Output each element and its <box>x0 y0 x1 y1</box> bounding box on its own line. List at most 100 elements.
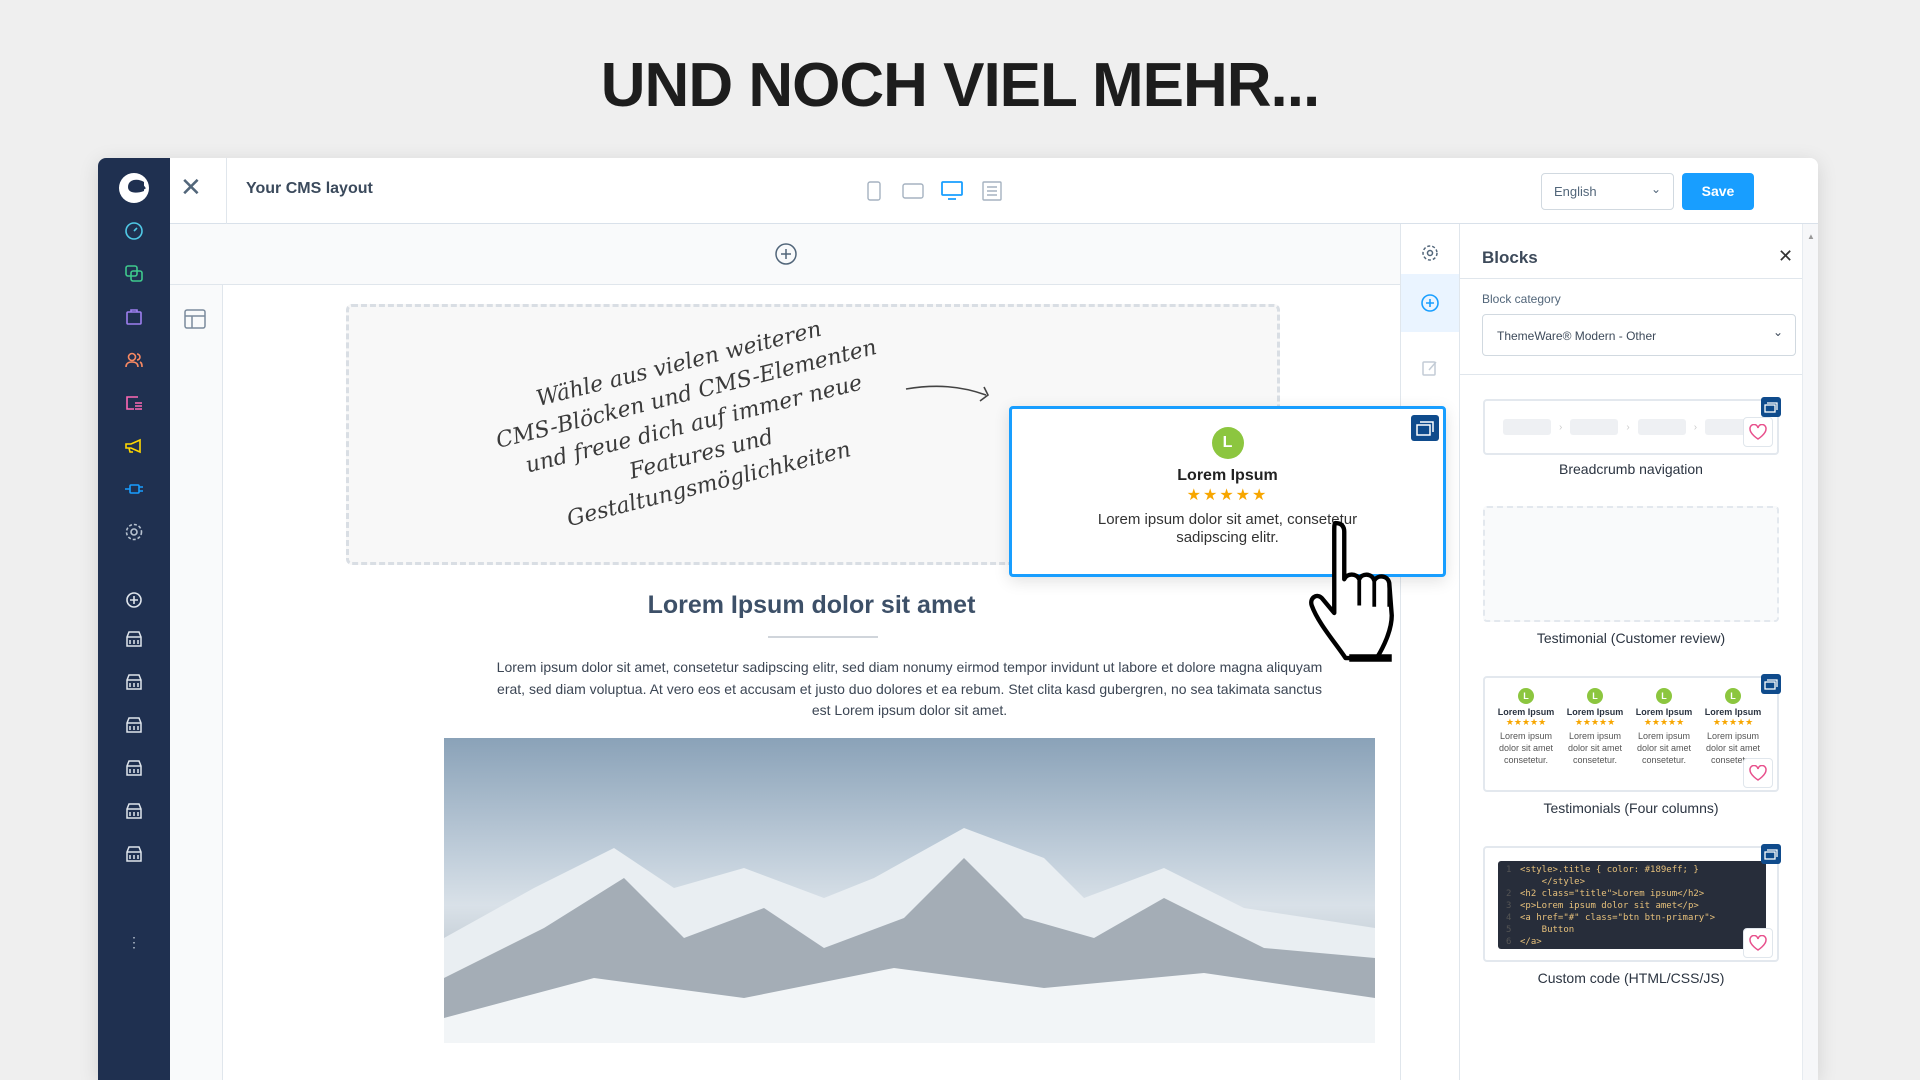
language-select[interactable]: English ⌄ <box>1541 173 1674 210</box>
hand-cursor-icon <box>1309 520 1394 662</box>
review-text: Lorem ipsum dolor sit amet consetetur. <box>1567 731 1623 765</box>
block-card-testimonials-four[interactable]: L Lorem Ipsum ★★★★★ Lorem ipsum dolor sit a… <box>1483 674 1781 792</box>
add-sales-channel-icon[interactable] <box>120 586 148 614</box>
code-line: 1 <style>.title { color: #189eff; } <box>1506 865 1699 875</box>
block-card-custom-code[interactable]: 1 <style>.title { color: #189eff; } </sty… <box>1483 844 1781 962</box>
section-sidebar <box>170 285 223 1080</box>
content-icon[interactable] <box>120 389 148 417</box>
preview-badge-icon <box>1761 674 1781 694</box>
reviewer-name: Lorem Ipsum <box>1704 707 1762 717</box>
block-label: Custom code (HTML/CSS/JS) <box>1537 970 1725 986</box>
code-line: 6 </a> <box>1506 937 1542 947</box>
favorite-button[interactable] <box>1743 417 1773 447</box>
rating-stars: ★★★★★ <box>1643 717 1685 727</box>
canvas-toolbar <box>170 224 1400 285</box>
preview-badge-icon <box>1761 844 1781 864</box>
block-label: Testimonial (Customer review) <box>1536 630 1726 646</box>
orders-icon[interactable] <box>120 303 148 331</box>
mobile-view-icon[interactable] <box>863 180 885 202</box>
code-line: 2 <h2 class="title">Lorem ipsum</h2> <box>1506 889 1705 899</box>
extensions-icon[interactable] <box>120 475 148 503</box>
storefront-icon[interactable] <box>120 625 148 653</box>
more-icon[interactable]: ⋮ <box>120 928 148 956</box>
mountain-image[interactable] <box>444 738 1375 1043</box>
edit-icon[interactable] <box>1421 359 1439 382</box>
add-section-icon[interactable] <box>774 242 798 271</box>
favorite-button[interactable] <box>1743 928 1773 958</box>
language-value: English <box>1554 184 1597 199</box>
code-line: 3 <p>Lorem ipsum dolor sit amet</p> <box>1506 901 1699 911</box>
avatar: L <box>1211 427 1244 459</box>
settings-icon[interactable] <box>120 518 148 546</box>
layout-title: Your CMS layout <box>246 180 373 197</box>
favorite-button[interactable] <box>1743 758 1773 788</box>
avatar: L <box>1518 688 1534 704</box>
avatar: L <box>1587 688 1603 704</box>
block-category-label: Block category <box>1482 292 1561 306</box>
customers-icon[interactable] <box>120 346 148 374</box>
testimonial-column: L Lorem Ipsum ★★★★★ Lorem ipsum dolor sit a… <box>1491 688 1561 766</box>
review-text: Lorem ipsum dolor sit amet consetetur. <box>1636 731 1692 765</box>
content-heading[interactable]: Lorem Ipsum dolor sit amet <box>223 591 1400 620</box>
code-line: 5 Button <box>1506 925 1575 935</box>
cms-editor-window: ⋮ ✕ Your CMS layout English ⌄ Save Wähle … <box>98 158 1818 1080</box>
review-text: Lorem ipsum dolor sit amet consetetur. <box>1498 731 1554 765</box>
rating-stars: ★★★★★ <box>1712 717 1754 727</box>
reviewer-name: Lorem Ipsum <box>1177 467 1278 484</box>
divider <box>1460 278 1802 279</box>
catalog-icon[interactable] <box>120 260 148 288</box>
close-editor-button[interactable]: ✕ <box>180 172 202 203</box>
block-card-breadcrumb[interactable]: › › › <box>1483 397 1781 455</box>
testimonial-column: L Lorem Ipsum ★★★★★ Lorem ipsum dolor sit a… <box>1560 688 1630 766</box>
reviewer-name: Lorem Ipsum <box>1635 707 1693 717</box>
panel-title: Blocks <box>1482 248 1538 267</box>
code-line: </style> <box>1520 877 1586 887</box>
form-view-icon[interactable] <box>981 180 1003 202</box>
block-card-testimonial[interactable] <box>1483 506 1779 622</box>
storefront-icon[interactable] <box>120 797 148 825</box>
headline: UND NOCH VIEL MEHR... <box>600 51 1320 120</box>
settings-icon[interactable] <box>1421 244 1439 267</box>
code-preview: 1 <style>.title { color: #189eff; } </sty… <box>1498 861 1766 949</box>
block-label: Breadcrumb navigation <box>1559 461 1703 477</box>
dashboard-icon[interactable] <box>120 217 148 245</box>
desktop-view-icon[interactable] <box>941 180 963 202</box>
add-block-tab[interactable] <box>1401 274 1459 332</box>
save-button[interactable]: Save <box>1682 173 1754 210</box>
rating-stars: ★★★★★ <box>1505 717 1547 727</box>
storefront-icon[interactable] <box>120 711 148 739</box>
chevron-down-icon: ⌄ <box>1772 325 1783 339</box>
marketing-icon[interactable] <box>120 432 148 460</box>
panel-scrollbar[interactable]: ▲ <box>1802 224 1818 1080</box>
testimonial-column: L Lorem Ipsum ★★★★★ Lorem ipsum dolor sit a… <box>1629 688 1699 766</box>
chevron-down-icon: ⌄ <box>1650 182 1661 196</box>
preview-badge-icon <box>1411 415 1439 441</box>
testimonial-column: L Lorem Ipsum ★★★★★ Lorem ipsum dolor sit a… <box>1698 688 1768 766</box>
rating-stars: ★★★★★ <box>1574 717 1616 727</box>
handwritten-note: Wähle aus vielen weiteren CMS-Blöcken un… <box>467 297 922 551</box>
breadcrumb-preview: › › › <box>1503 419 1754 435</box>
shopware-logo-icon[interactable] <box>118 172 150 204</box>
close-panel-button[interactable]: ✕ <box>1778 246 1793 267</box>
block-label: Testimonials (Four columns) <box>1543 800 1719 816</box>
avatar: L <box>1656 688 1672 704</box>
storefront-icon[interactable] <box>120 840 148 868</box>
storefront-icon[interactable] <box>120 668 148 696</box>
canvas: Wähle aus vielen weiteren CMS-Blöcken un… <box>223 285 1400 1080</box>
reviewer-name: Lorem Ipsum <box>1497 707 1555 717</box>
reviewer-name: Lorem Ipsum <box>1566 707 1624 717</box>
tablet-view-icon[interactable] <box>902 180 924 202</box>
storefront-icon[interactable] <box>120 754 148 782</box>
code-line: 4 <a href="#" class="btn btn-primary"> <box>1506 913 1716 923</box>
block-category-value: ThemeWare® Modern - Other <box>1497 329 1657 343</box>
content-paragraph[interactable]: Lorem ipsum dolor sit amet, consetetur s… <box>487 657 1332 722</box>
divider <box>1460 374 1802 375</box>
admin-sidebar: ⋮ <box>98 158 170 1080</box>
arrow-icon <box>905 385 990 402</box>
heading-divider <box>768 636 878 638</box>
block-category-select[interactable]: ThemeWare® Modern - Other ⌄ <box>1482 314 1796 356</box>
avatar: L <box>1725 688 1741 704</box>
section-layout-icon[interactable] <box>184 309 206 334</box>
rating-stars: ★★★★★ <box>1186 487 1269 504</box>
preview-badge-icon <box>1761 397 1781 417</box>
